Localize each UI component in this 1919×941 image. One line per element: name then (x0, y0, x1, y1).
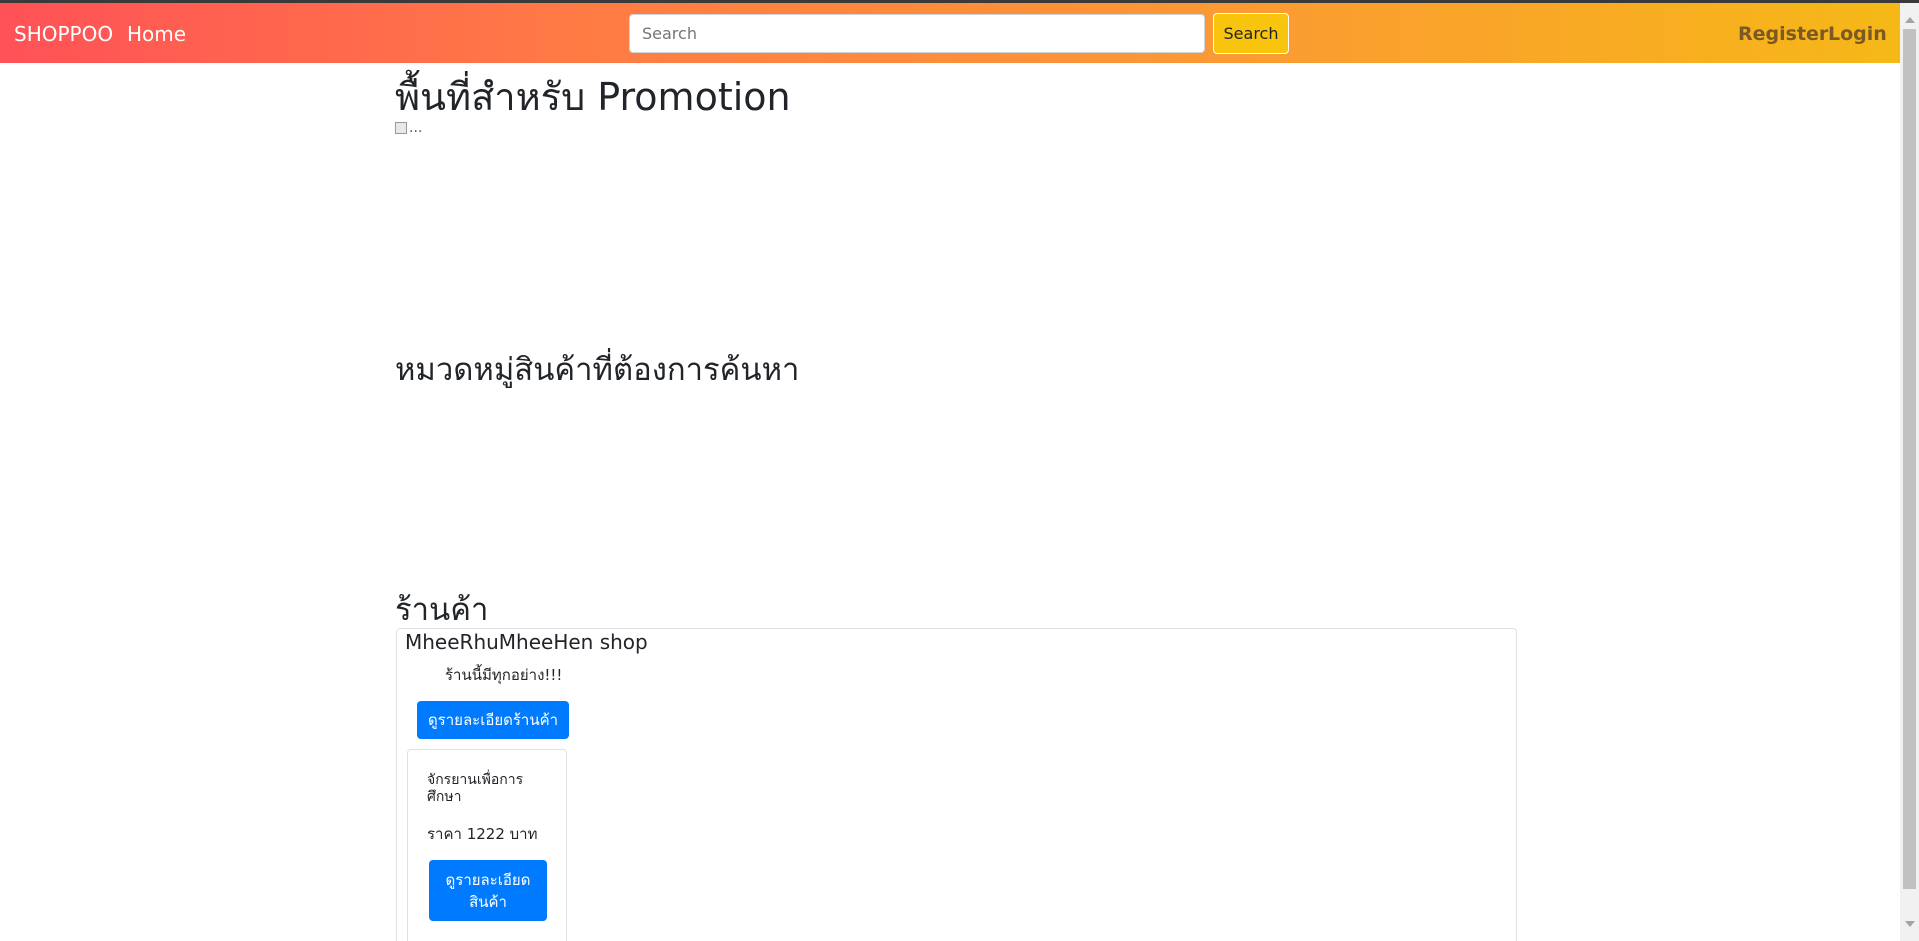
shop-description: ร้านนี้มีทุกอย่าง!!! (445, 666, 563, 684)
categories-heading: หมวดหมู่สินค้าที่ต้องการค้นหา (395, 352, 800, 388)
broken-image-icon (395, 122, 407, 134)
shops-heading: ร้านค้า (395, 592, 489, 628)
scroll-up-arrow-icon[interactable] (1905, 17, 1915, 23)
register-link[interactable]: Register (1738, 23, 1828, 45)
shop-card: MheeRhuMheeHen shop ร้านนี้มีทุกอย่าง!!!… (396, 628, 1517, 941)
promotion-image-alt: ... (409, 120, 423, 136)
product-detail-button[interactable]: ดูรายละเอียดสินค้า (429, 860, 547, 921)
brand-link[interactable]: SHOPPOO (14, 22, 113, 46)
promotion-heading: พื้นที่สำหรับ Promotion (395, 75, 791, 119)
product-name: จักรยานเพื่อการศึกษา (427, 772, 524, 805)
login-link[interactable]: Login (1828, 23, 1887, 45)
shop-detail-button[interactable]: ดูรายละเอียดร้านค้า (417, 701, 569, 739)
scrollbar-thumb[interactable] (1903, 29, 1916, 889)
shop-name: MheeRhuMheeHen shop (405, 630, 648, 654)
promotion-image: ... (395, 120, 422, 136)
product-card: จักรยานเพื่อการศึกษา ราคา 1222 บาท ดูราย… (407, 749, 567, 941)
page-scrollbar[interactable] (1900, 3, 1919, 941)
nav-home-link[interactable]: Home (127, 22, 186, 46)
search-input[interactable] (629, 14, 1205, 53)
product-price: ราคา 1222 บาท (427, 825, 538, 843)
navbar: SHOPPOO Home Search Register Login (0, 3, 1900, 63)
search-button[interactable]: Search (1213, 13, 1289, 54)
scroll-down-arrow-icon[interactable] (1905, 921, 1915, 927)
